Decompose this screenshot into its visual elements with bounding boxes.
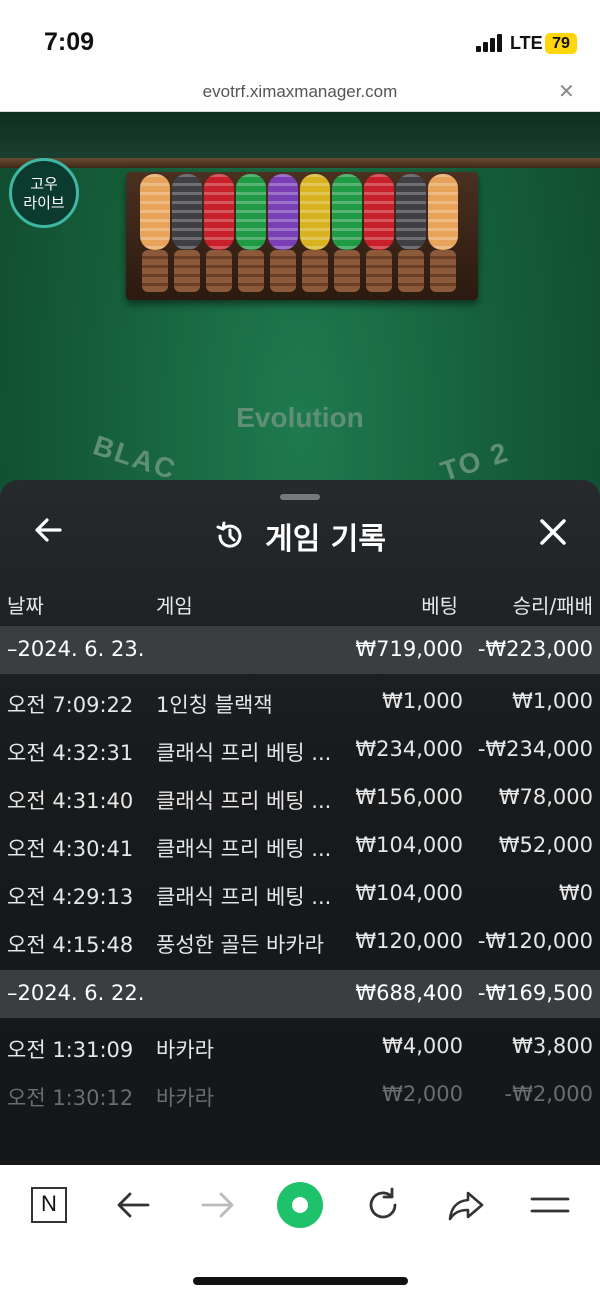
- menu-icon[interactable]: [528, 1183, 572, 1227]
- date-group-header[interactable]: –2024. 6. 23. ₩719,000 -₩223,000: [0, 626, 600, 674]
- group-result-total: -₩169,500: [477, 981, 593, 1005]
- row-bet: ₩104,000: [355, 881, 463, 905]
- table-text-left: BLAC: [89, 429, 181, 486]
- group-bet-total: ₩688,400: [355, 981, 463, 1005]
- panel-header: 게임 기록: [0, 514, 600, 558]
- casino-logo: 고우 라이브: [9, 158, 79, 228]
- table-rail: [0, 112, 600, 160]
- logo-line-1: 고우: [30, 175, 58, 193]
- row-game: 바카라: [156, 1086, 214, 1110]
- naver-home-icon[interactable]: N: [31, 1187, 67, 1223]
- row-game: 1인칭 블랙잭: [156, 693, 273, 717]
- row-result: ₩1,000: [512, 689, 593, 713]
- group-date: –2024. 6. 22.: [7, 981, 145, 1005]
- chip-stack: [428, 174, 458, 292]
- row-bet: ₩104,000: [355, 833, 463, 857]
- row-bet: ₩120,000: [355, 929, 463, 953]
- url-bar[interactable]: evotrf.ximaxmanager.com ✕: [0, 74, 600, 112]
- forward-icon[interactable]: [195, 1183, 239, 1227]
- chip-stack: [236, 174, 266, 292]
- row-time: 오전 7:09:22: [7, 693, 134, 717]
- chip-stack: [300, 174, 330, 292]
- status-time: 7:09: [44, 28, 95, 56]
- status-bar: 7:09 LTE 79: [0, 0, 600, 74]
- row-time: 오전 4:31:40: [7, 789, 134, 813]
- row-result: ₩0: [558, 881, 593, 905]
- group-bet-total: ₩719,000: [355, 637, 463, 661]
- refresh-icon[interactable]: [361, 1183, 405, 1227]
- row-bet: ₩2,000: [382, 1082, 463, 1106]
- evolution-logo: Evolution: [236, 402, 364, 433]
- row-time: 오전 4:15:48: [7, 933, 134, 957]
- column-header-result: 승리/패배: [512, 594, 593, 618]
- row-game: 클래식 프리 베팅 ...: [156, 885, 332, 909]
- game-history-panel: 게임 기록 날짜 게임 베팅 승리/패배 –2024. 6. 23. ₩719,…: [0, 480, 600, 1165]
- row-bet: ₩4,000: [382, 1034, 463, 1058]
- green-dot-icon[interactable]: [276, 1181, 324, 1229]
- url-text[interactable]: evotrf.ximaxmanager.com: [0, 82, 600, 102]
- share-icon[interactable]: [444, 1183, 488, 1227]
- row-game: 풍성한 골든 바카라: [156, 933, 324, 957]
- row-bet: ₩1,000: [382, 689, 463, 713]
- chip-stack: [268, 174, 298, 292]
- chip-stack: [332, 174, 362, 292]
- column-header-bet: 베팅: [421, 594, 458, 618]
- back-icon[interactable]: [112, 1183, 156, 1227]
- row-result: -₩120,000: [477, 929, 593, 953]
- row-result: -₩2,000: [504, 1082, 593, 1106]
- group-result-total: -₩223,000: [477, 637, 593, 661]
- row-game: 클래식 프리 베팅 ...: [156, 741, 332, 765]
- history-icon: [216, 521, 242, 548]
- logo-line-2: 라이브: [23, 194, 65, 212]
- chip-stack: [396, 174, 426, 292]
- battery-icon: 79: [545, 33, 577, 54]
- chip-stack: [140, 174, 170, 292]
- row-result: ₩78,000: [498, 785, 593, 809]
- home-indicator[interactable]: [193, 1277, 408, 1285]
- network-label: LTE: [510, 33, 543, 53]
- row-result: ₩3,800: [512, 1034, 593, 1058]
- date-group-header[interactable]: –2024. 6. 22. ₩688,400 -₩169,500: [0, 970, 600, 1018]
- column-header-game: 게임: [156, 594, 193, 618]
- row-game: 바카라: [156, 1038, 214, 1062]
- row-game: 클래식 프리 베팅 ...: [156, 789, 332, 813]
- row-game: 클래식 프리 베팅 ...: [156, 837, 332, 861]
- chip-stack: [364, 174, 394, 292]
- table-edge: [0, 158, 600, 168]
- group-date: –2024. 6. 23.: [7, 637, 145, 661]
- row-bet: ₩234,000: [355, 737, 463, 761]
- chip-stack: [172, 174, 202, 292]
- row-time: 오전 4:30:41: [7, 837, 134, 861]
- panel-title: 게임 기록: [265, 522, 386, 557]
- row-result: ₩52,000: [498, 833, 593, 857]
- row-bet: ₩156,000: [355, 785, 463, 809]
- row-result: -₩234,000: [477, 737, 593, 761]
- row-time: 오전 1:31:09: [7, 1038, 134, 1062]
- row-time: 오전 1:30:12: [7, 1086, 134, 1110]
- close-icon[interactable]: [535, 514, 571, 550]
- signal-icon: [476, 34, 506, 52]
- column-header-date: 날짜: [7, 594, 44, 618]
- row-time: 오전 4:29:13: [7, 885, 134, 909]
- close-icon[interactable]: ✕: [558, 79, 575, 103]
- row-time: 오전 4:32:31: [7, 741, 134, 765]
- chip-stack: [204, 174, 234, 292]
- drag-handle[interactable]: [280, 494, 320, 500]
